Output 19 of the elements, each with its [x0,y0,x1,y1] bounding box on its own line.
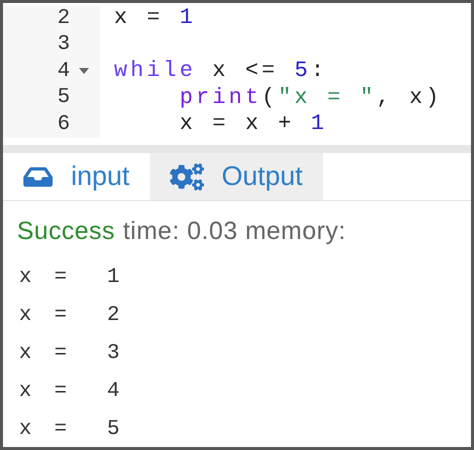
status-result: Success [17,216,115,247]
code-line: x = x + 1 [180,113,328,136]
output-line: x = 2 [19,302,126,328]
line-number: 6 [57,114,72,135]
line-number: 4 [57,60,72,82]
line-number: 2 [57,8,72,29]
status-details: time: 0.03 memory: [122,216,346,247]
code-line: while x <= 5: [114,60,328,82]
gears-icon [170,162,204,190]
line-number: 5 [57,87,72,108]
output-line: x = 3 [19,340,126,366]
code-line: x = 1 [114,7,196,30]
caret-down-icon[interactable] [79,68,89,74]
line-number: 3 [57,34,72,56]
output-line: x = 4 [19,378,126,404]
tab[interactable]: Output [150,153,323,200]
output-line: x = 1 [19,264,126,290]
code-line: print("x = ", x) [180,86,442,109]
output-line: x = 5 [19,416,126,442]
